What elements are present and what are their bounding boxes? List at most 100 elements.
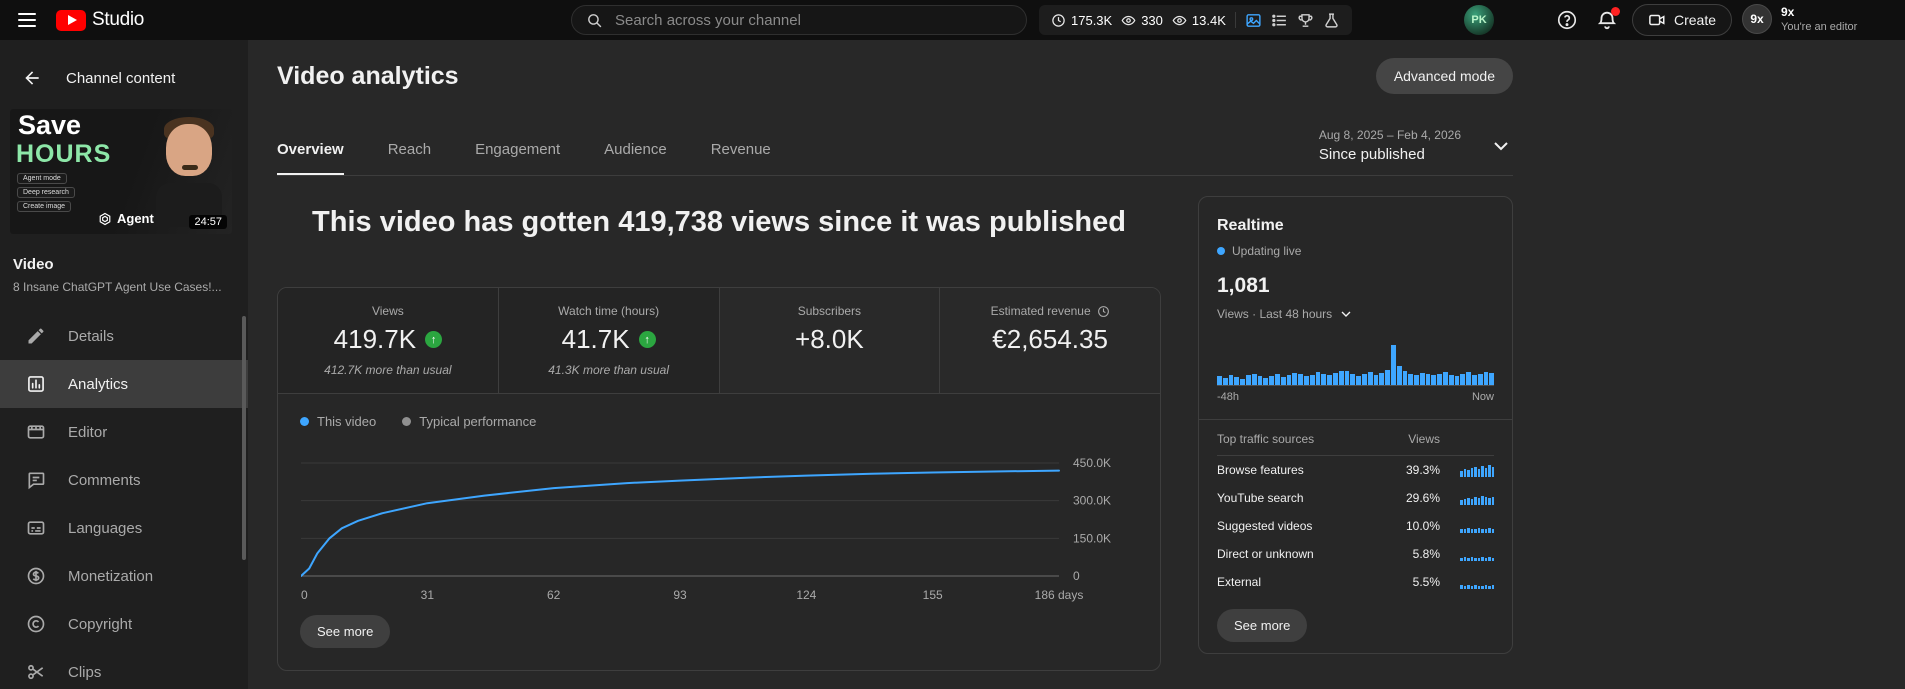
traffic-source-views: 5.5% (1412, 575, 1440, 589)
youtube-studio-app: Studio 175.3K 330 13.4K PK Create 9x (0, 0, 1905, 689)
date-range-picker[interactable]: Aug 8, 2025 – Feb 4, 2026 Since publishe… (1319, 128, 1513, 175)
realtime-bar (1222, 377, 1228, 385)
sidebar-item-clips[interactable]: Clips (0, 648, 248, 689)
svg-text:0: 0 (301, 588, 308, 602)
see-more-button[interactable]: See more (300, 615, 391, 648)
legend-label: Typical performance (419, 414, 537, 429)
metric-subscribers[interactable]: Subscribers +8.0K (719, 288, 941, 393)
analytics-icon (26, 374, 46, 394)
sparkline-bar (1467, 498, 1470, 505)
image-icon[interactable] (1245, 12, 1262, 29)
realtime-bar (1466, 372, 1472, 385)
tab-revenue[interactable]: Revenue (711, 141, 771, 175)
metric-value: +8.0K (720, 324, 940, 355)
realtime-bar (1396, 365, 1402, 385)
help-icon[interactable] (1556, 9, 1578, 31)
realtime-bar (1489, 373, 1495, 385)
realtime-see-more-button[interactable]: See more (1217, 609, 1308, 642)
sparkline-bar (1477, 468, 1480, 477)
legend-item-typical-performance[interactable]: Typical performance (402, 414, 536, 429)
analytics-tabs: Overview Reach Engagement Audience Revenue (277, 141, 771, 175)
tab-reach[interactable]: Reach (388, 141, 431, 175)
traffic-source-label: External (1217, 575, 1262, 589)
sparkline-bar (1474, 529, 1477, 533)
metric-value: 419.7K ↑ (278, 324, 498, 355)
sparkline-bar (1491, 496, 1494, 505)
metric-views[interactable]: Views 419.7K ↑ 412.7K more than usual (278, 288, 499, 393)
realtime-views-count: 1,081 (1217, 274, 1270, 297)
thumb-feature-pill: Create image (17, 201, 72, 212)
sidebar-item-analytics[interactable]: Analytics (0, 360, 248, 408)
thumb-feature-pill: Agent mode (17, 173, 67, 184)
tab-audience[interactable]: Audience (604, 141, 667, 175)
sparkline-bar (1488, 528, 1491, 533)
sidebar-item-editor[interactable]: Editor (0, 408, 248, 456)
metric-label-text: Subscribers (797, 304, 862, 318)
sparkline-bar (1477, 586, 1480, 589)
axis-left-label: -48h (1217, 391, 1240, 403)
realtime-status-text: Updating live (1232, 244, 1302, 258)
copyright-icon (26, 614, 46, 634)
list-icon[interactable] (1271, 12, 1288, 29)
sparkline-bar (1474, 558, 1477, 561)
back-label: Channel content (66, 69, 176, 87)
sidebar-item-monetization[interactable]: Monetization (0, 552, 248, 600)
svg-text:450.0K: 450.0K (1073, 456, 1111, 470)
sparkline-bar (1481, 586, 1484, 589)
sparkline-bar (1491, 558, 1494, 561)
sidebar-item-comments[interactable]: Comments (0, 456, 248, 504)
sidebar-item-copyright[interactable]: Copyright (0, 600, 248, 648)
metric-delta: 412.7K more than usual (324, 363, 452, 377)
traffic-views-header: Views (1408, 432, 1440, 446)
realtime-bar (1234, 376, 1240, 385)
tab-overview[interactable]: Overview (277, 141, 344, 175)
svg-text:93: 93 (673, 588, 687, 602)
sparkline-bar (1481, 465, 1484, 477)
realtime-bar (1269, 375, 1274, 385)
tab-engagement[interactable]: Engagement (475, 141, 560, 175)
trophy-icon[interactable] (1297, 12, 1314, 29)
realtime-title: Realtime (1217, 217, 1284, 234)
traffic-source-views: 29.6% (1405, 491, 1440, 505)
back-to-channel-content[interactable]: Channel content (0, 40, 248, 88)
sidebar-item-details[interactable]: Details (0, 312, 248, 360)
traffic-sparkline (1446, 520, 1494, 533)
studio-logo[interactable]: Studio (56, 9, 144, 31)
avatar[interactable]: PK (1464, 5, 1494, 35)
views-headline: This video has gotten 419,738 views sinc… (312, 206, 1126, 238)
create-button[interactable]: Create (1632, 4, 1733, 36)
realtime-bar (1338, 370, 1344, 385)
realtime-bar (1251, 373, 1257, 385)
editor-badge-title: 9x (1781, 5, 1795, 19)
video-thumbnail[interactable]: Save HOURS Agent mode Deep research Create… (10, 109, 232, 234)
sidebar-item-languages[interactable]: Languages (0, 504, 248, 552)
notifications-bell-icon[interactable] (1596, 7, 1620, 31)
menu-icon[interactable] (18, 13, 36, 27)
metric-estimated-revenue[interactable]: Estimated revenue €2,654.35 (940, 288, 1160, 393)
realtime-range-dropdown[interactable]: Views · Last 48 hours (1217, 306, 1494, 322)
realtime-bar (1425, 374, 1431, 385)
realtime-bar (1280, 377, 1286, 385)
realtime-bar (1443, 371, 1448, 385)
flask-icon[interactable] (1323, 12, 1340, 29)
ext-stat-value: 330 (1141, 12, 1163, 28)
svg-text:150.0K: 150.0K (1073, 531, 1111, 545)
traffic-table-header: Top traffic sources Views (1217, 432, 1494, 456)
extension-stats-widget[interactable]: 175.3K 330 13.4K (1039, 5, 1352, 35)
trend-up-icon: ↑ (425, 331, 443, 348)
clock-icon (1097, 305, 1110, 318)
editor-badge-text: 9x You're an editor (1781, 5, 1857, 33)
languages-icon (26, 518, 46, 538)
trend-up-icon: ↑ (638, 331, 656, 348)
traffic-source-label: Suggested videos (1217, 519, 1313, 533)
legend-item-this-video[interactable]: This video (300, 414, 376, 429)
search-bar[interactable] (571, 5, 1027, 35)
sidebar-scrollbar[interactable] (242, 316, 246, 560)
metric-watch-time-hours[interactable]: Watch time (hours) 41.7K ↑ 41.3K more than … (498, 288, 720, 393)
realtime-bar (1257, 376, 1263, 385)
advanced-mode-button[interactable]: Advanced mode (1375, 58, 1513, 94)
realtime-bar (1315, 371, 1321, 385)
metric-label-text: Views (371, 304, 404, 318)
search-input[interactable] (615, 11, 1012, 29)
sparkline-bar (1484, 585, 1487, 589)
